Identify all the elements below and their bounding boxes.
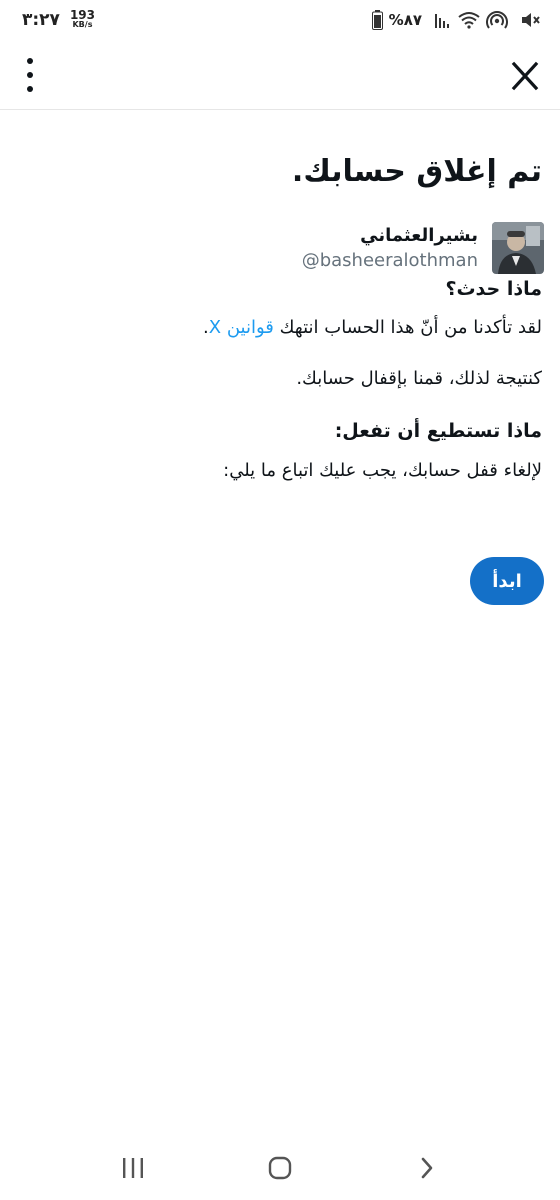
account-name: بشيرالعثماني	[360, 225, 478, 246]
what-happened-heading: ماذا حدث؟	[445, 278, 542, 300]
network-speed-unit: KB/s	[72, 20, 93, 29]
status-time: ٣:٢٧	[22, 10, 60, 30]
avatar	[492, 222, 544, 274]
what-happened-text-before: لقد تأكدنا من أنّ هذا الحساب انتهك	[273, 317, 542, 338]
account-card: بشيرالعثماني @basheeralothman	[302, 222, 544, 274]
x-logo-icon	[511, 61, 539, 91]
account-handle: @basheeralothman	[301, 250, 478, 271]
hotspot-icon	[486, 10, 508, 30]
close-button[interactable]	[510, 56, 540, 92]
menu-dot	[27, 58, 33, 64]
rules-link[interactable]: قوانين X	[209, 317, 274, 338]
status-bar-left: ٣:٢٧ 193 KB/s	[22, 8, 95, 30]
signal-icon	[434, 12, 452, 28]
page-title: تم إغلاق حسابك.	[291, 154, 542, 189]
consequence-text: كنتيجة لذلك، قمنا بإقفال حسابك.	[296, 368, 542, 389]
wifi-icon	[458, 11, 480, 29]
recents-icon[interactable]	[103, 1148, 163, 1188]
network-speed-value: 193	[69, 8, 95, 22]
back-icon[interactable]	[397, 1148, 457, 1188]
navigation-bar	[0, 1136, 560, 1200]
menu-dot	[27, 86, 33, 92]
app-bar	[0, 40, 560, 110]
more-vertical-icon[interactable]	[16, 58, 44, 92]
menu-dot	[27, 72, 33, 78]
mute-icon	[520, 11, 540, 29]
home-icon[interactable]	[250, 1148, 310, 1188]
what-to-do-heading: ماذا تستطيع أن تفعل:	[334, 420, 542, 442]
status-bar-right: %٨٧	[371, 10, 540, 30]
network-speed: 193 KB/s	[69, 8, 95, 30]
what-happened-text: لقد تأكدنا من أنّ هذا الحساب انتهك قواني…	[203, 317, 542, 338]
what-to-do-text: لإلغاء قفل حسابك، يجب عليك اتباع ما يلي:	[223, 460, 542, 481]
start-button[interactable]: ابدأ	[470, 557, 544, 605]
account-names: بشيرالعثماني @basheeralothman	[302, 223, 478, 273]
battery-percent: %٨٧	[388, 11, 422, 29]
screen: ٣:٢٧ 193 KB/s %٨٧ تم إغلاق حسابك. بشيرال…	[0, 0, 560, 1200]
status-bar: ٣:٢٧ 193 KB/s %٨٧	[0, 0, 560, 40]
battery-icon	[371, 10, 383, 30]
